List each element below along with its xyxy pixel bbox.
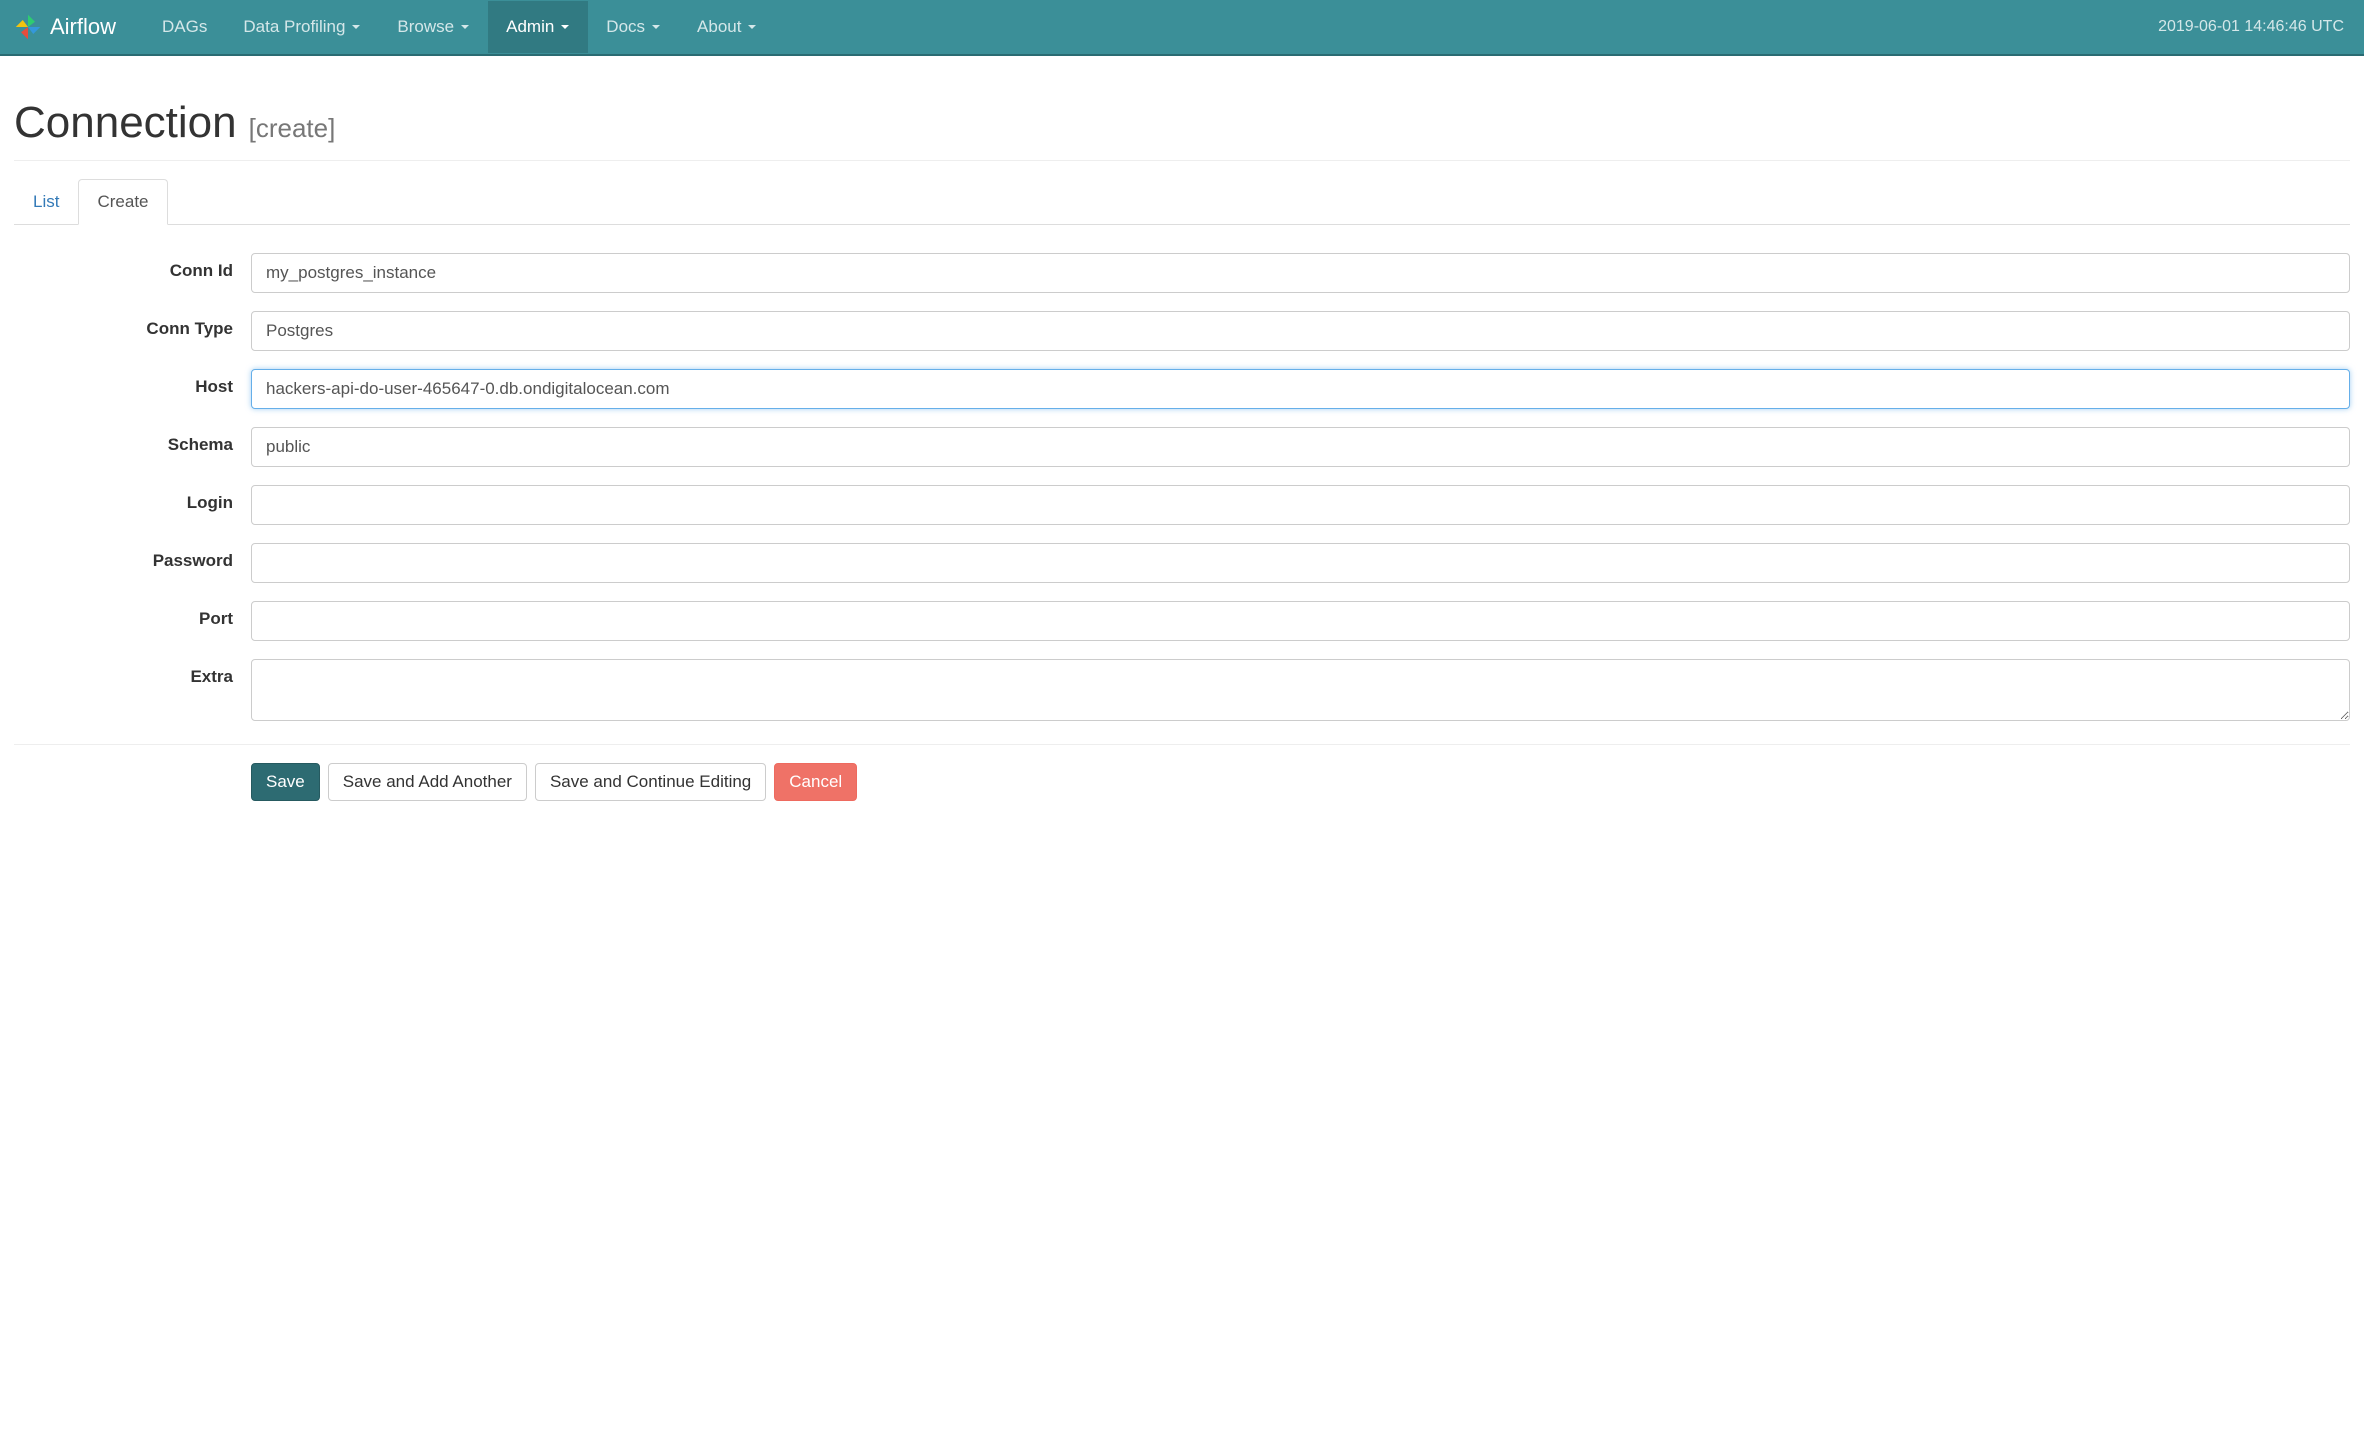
form-group-login: Login	[14, 485, 2350, 525]
chevron-down-icon	[351, 17, 361, 37]
nav-browse[interactable]: Browse	[379, 1, 488, 53]
label-password: Password	[14, 543, 251, 571]
input-conn-type[interactable]	[251, 311, 2350, 351]
tab-list[interactable]: List	[14, 179, 78, 225]
input-extra[interactable]	[251, 659, 2350, 721]
nav-docs[interactable]: Docs	[588, 1, 679, 53]
form-group-extra: Extra	[14, 659, 2350, 726]
input-login[interactable]	[251, 485, 2350, 525]
brand-link[interactable]: Airflow	[14, 13, 116, 41]
form-group-host: Host	[14, 369, 2350, 409]
save-add-another-button[interactable]: Save and Add Another	[328, 763, 527, 801]
navbar: Airflow DAGs Data Profiling Browse Admin…	[0, 0, 2364, 56]
brand-text: Airflow	[50, 14, 116, 40]
input-port[interactable]	[251, 601, 2350, 641]
label-conn-type: Conn Type	[14, 311, 251, 339]
form-group-schema: Schema	[14, 427, 2350, 467]
tabs: List Create	[14, 179, 2350, 225]
label-extra: Extra	[14, 659, 251, 687]
page-title: Connection	[14, 98, 237, 148]
connection-form: Conn Id Conn Type Host Schema Login	[14, 253, 2350, 801]
nav-admin[interactable]: Admin	[488, 1, 588, 53]
nav-data-profiling[interactable]: Data Profiling	[225, 1, 379, 53]
page-header: Connection [create]	[14, 98, 2350, 161]
timestamp-display: 2019-06-01 14:46:46 UTC	[2158, 18, 2350, 36]
save-button[interactable]: Save	[251, 763, 320, 801]
cancel-button[interactable]: Cancel	[774, 763, 857, 801]
airflow-logo-icon	[14, 13, 42, 41]
chevron-down-icon	[560, 17, 570, 37]
save-continue-button[interactable]: Save and Continue Editing	[535, 763, 766, 801]
form-group-conn-type: Conn Type	[14, 311, 2350, 351]
input-password[interactable]	[251, 543, 2350, 583]
input-schema[interactable]	[251, 427, 2350, 467]
chevron-down-icon	[747, 17, 757, 37]
chevron-down-icon	[651, 17, 661, 37]
main-container: Connection [create] List Create Conn Id …	[0, 56, 2364, 815]
label-schema: Schema	[14, 427, 251, 455]
form-group-conn-id: Conn Id	[14, 253, 2350, 293]
page-subtitle: [create]	[249, 113, 336, 144]
form-group-password: Password	[14, 543, 2350, 583]
label-port: Port	[14, 601, 251, 629]
form-actions: Save Save and Add Another Save and Conti…	[14, 744, 2350, 801]
nav-about[interactable]: About	[679, 1, 775, 53]
chevron-down-icon	[460, 17, 470, 37]
form-group-port: Port	[14, 601, 2350, 641]
label-login: Login	[14, 485, 251, 513]
tab-create[interactable]: Create	[78, 179, 167, 225]
label-host: Host	[14, 369, 251, 397]
nav-items: DAGs Data Profiling Browse Admin Docs Ab…	[144, 1, 2158, 53]
label-conn-id: Conn Id	[14, 253, 251, 281]
nav-dags[interactable]: DAGs	[144, 1, 225, 53]
input-conn-id[interactable]	[251, 253, 2350, 293]
input-host[interactable]	[251, 369, 2350, 409]
